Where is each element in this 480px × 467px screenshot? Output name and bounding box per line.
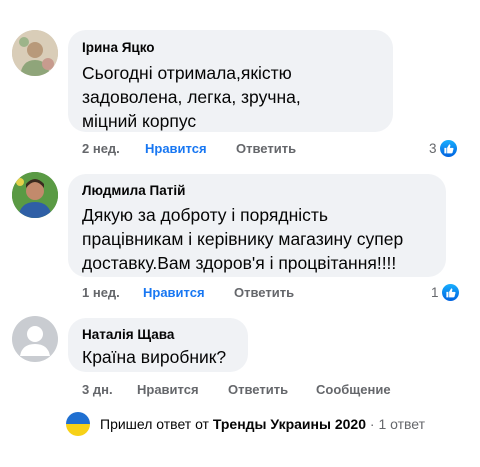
ukraine-flag-icon <box>66 412 90 436</box>
comment-text-line: міцний корпус <box>82 111 197 131</box>
view-replies-link[interactable]: Пришел ответ от Тренды Украины 2020 · 1 … <box>66 412 425 436</box>
comment-author[interactable]: Наталія Щава <box>82 327 174 342</box>
comment-time[interactable]: 2 нед. <box>82 141 120 156</box>
comment-author[interactable]: Ірина Яцко <box>82 40 155 55</box>
comment-text-line: Дякую за доброту і порядність <box>82 205 329 225</box>
comment-text-line: доставку.Вам здоров'я і процвітання!!!! <box>82 253 397 273</box>
like-button[interactable]: Нравится <box>143 285 205 300</box>
reply-separator: · <box>369 416 375 432</box>
like-button[interactable]: Нравится <box>145 141 207 156</box>
comment-time[interactable]: 1 нед. <box>82 285 120 300</box>
default-avatar-icon[interactable] <box>12 316 58 362</box>
reply-author: Тренды Украины 2020 <box>212 416 366 432</box>
comment-text-line: задоволена, легка, зручна, <box>82 87 301 107</box>
comment-author[interactable]: Людмила Патій <box>82 183 185 198</box>
user-photo-icon <box>12 172 58 218</box>
like-icon <box>439 140 457 157</box>
avatar[interactable] <box>12 30 58 76</box>
reaction-count-value: 1 <box>431 285 439 300</box>
reply-count: 1 ответ <box>378 416 426 432</box>
reaction-count[interactable]: 1 <box>431 284 459 301</box>
user-photo-icon <box>12 30 58 76</box>
reaction-count-value: 3 <box>429 141 437 156</box>
reply-prefix: Пришел ответ от <box>100 416 209 432</box>
avatar[interactable] <box>12 172 58 218</box>
message-button[interactable]: Сообщение <box>316 382 391 397</box>
like-button[interactable]: Нравится <box>137 382 199 397</box>
comment-text-line: працівникам і керівнику магазину супер <box>82 229 404 249</box>
reaction-count[interactable]: 3 <box>429 140 457 157</box>
comment-text-line: Сьогодні отримала,якістю <box>82 63 292 83</box>
comment-text-line: Країна виробник? <box>82 347 227 367</box>
reply-button[interactable]: Ответить <box>236 141 296 156</box>
comment-time[interactable]: 3 дн. <box>82 382 113 397</box>
reply-button[interactable]: Ответить <box>234 285 294 300</box>
reply-button[interactable]: Ответить <box>228 382 288 397</box>
like-icon <box>441 284 459 301</box>
